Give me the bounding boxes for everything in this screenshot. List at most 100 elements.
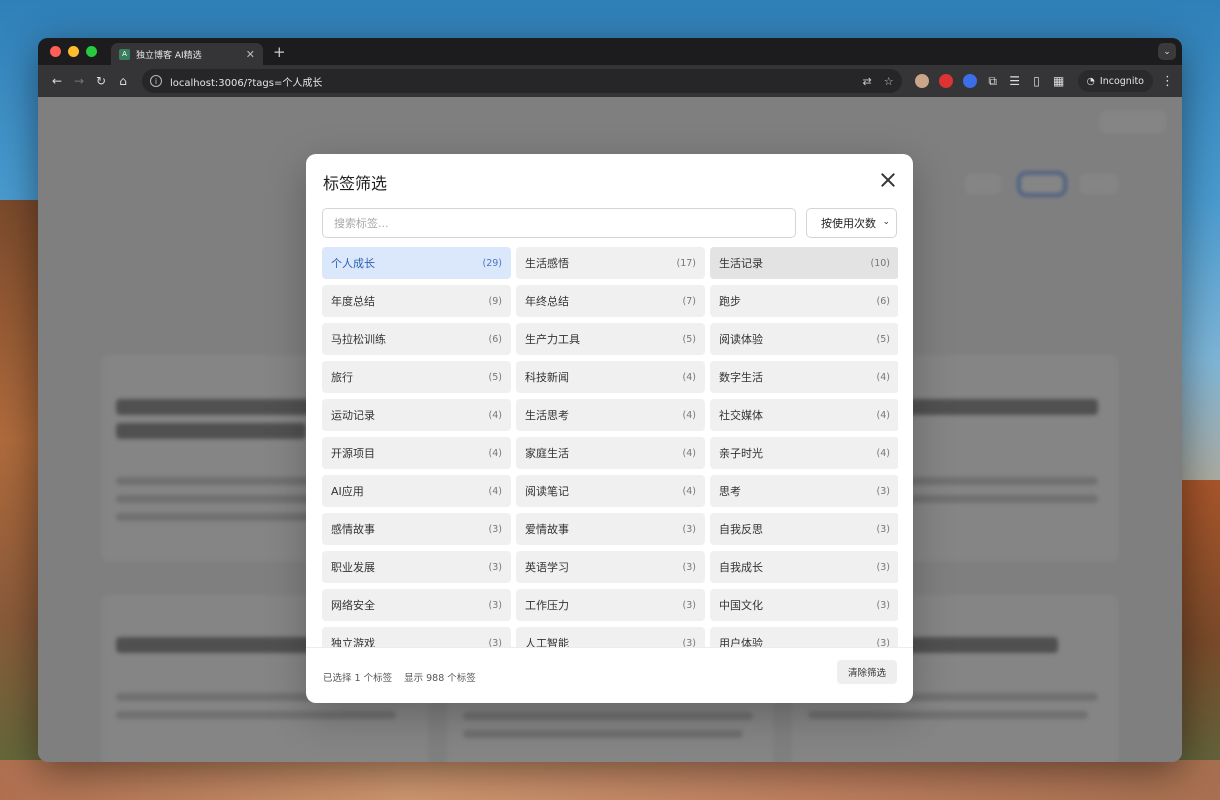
tag-name: 生活感悟 — [525, 257, 569, 270]
tag-name: 阅读体验 — [719, 333, 763, 346]
tag-item[interactable]: 数字生活 (4) — [710, 361, 898, 393]
tag-count: (4) — [876, 409, 890, 421]
tag-item[interactable]: 个人成长 (29) — [322, 247, 511, 279]
tab-groups-icon[interactable]: ▦ — [1048, 74, 1070, 88]
tab-search-chevron-icon[interactable]: ⌄ — [1158, 43, 1176, 60]
tag-name: 生产力工具 — [525, 333, 580, 346]
home-icon[interactable]: ⌂ — [112, 74, 134, 88]
sort-select-value: 按使用次数 — [821, 217, 876, 230]
tag-name: 自我成长 — [719, 561, 763, 574]
site-favicon-icon: A — [119, 48, 130, 60]
tag-search-input[interactable] — [322, 208, 796, 238]
tag-item[interactable]: 生活感悟 (17) — [516, 247, 705, 279]
tag-name: 生活记录 — [719, 257, 763, 270]
tag-name: 工作压力 — [525, 599, 569, 612]
tag-item[interactable]: 自我反思 (3) — [710, 513, 898, 545]
side-panel-icon[interactable]: ▯ — [1026, 74, 1048, 88]
bookmark-star-icon[interactable]: ☆ — [884, 75, 894, 88]
shown-count-text: 显示 988 个标签 — [404, 673, 476, 684]
tag-count: (3) — [876, 561, 890, 573]
tag-name: 自我反思 — [719, 523, 763, 536]
tag-item[interactable]: 开源项目 (4) — [322, 437, 511, 469]
close-window-button[interactable] — [50, 46, 61, 57]
tag-item[interactable]: 英语学习 (3) — [516, 551, 705, 583]
tag-item[interactable]: 运动记录 (4) — [322, 399, 511, 431]
tag-item[interactable]: 生活思考 (4) — [516, 399, 705, 431]
extensions-puzzle-icon[interactable]: ⧉ — [982, 74, 1004, 89]
tag-item[interactable]: 年度总结 (9) — [322, 285, 511, 317]
tag-item[interactable]: 独立游戏 (3) — [322, 627, 511, 647]
tag-name: 独立游戏 — [331, 637, 375, 647]
tag-count: (5) — [682, 333, 696, 345]
tag-item[interactable]: 马拉松训练 (6) — [322, 323, 511, 355]
tag-item[interactable]: 人工智能 (3) — [516, 627, 705, 647]
reload-icon[interactable]: ↻ — [90, 74, 112, 88]
tag-item[interactable]: 阅读体验 (5) — [710, 323, 898, 355]
tag-count: (3) — [488, 637, 502, 648]
window-controls — [50, 46, 97, 57]
address-bar[interactable]: i localhost:3006/?tags=个人成长 ⇄ ☆ — [142, 69, 902, 93]
tag-name: 跑步 — [719, 295, 741, 308]
tag-name: 亲子时光 — [719, 447, 763, 460]
page-content: 标签筛选 按使用次数 ⌄ 个人成长 (29) 生活感悟 (17) 生活记录 (10) 年度总… — [38, 97, 1182, 762]
reading-list-icon[interactable]: ☰ — [1004, 74, 1026, 88]
tag-name: 爱情故事 — [525, 523, 569, 536]
incognito-indicator[interactable]: ◔ Incognito — [1077, 70, 1153, 92]
clear-filter-button[interactable]: 清除筛选 — [836, 660, 897, 684]
tag-name: 网络安全 — [331, 599, 375, 612]
tag-count: (3) — [876, 523, 890, 535]
translate-icon[interactable]: ⇄ — [863, 75, 872, 88]
tag-item[interactable]: 年终总结 (7) — [516, 285, 705, 317]
browser-toolbar: ← → ↻ ⌂ i localhost:3006/?tags=个人成长 ⇄ ☆ … — [38, 65, 1182, 97]
new-tab-icon[interactable]: + — [273, 43, 286, 61]
tag-item[interactable]: 生活记录 (10) — [710, 247, 898, 279]
tag-item[interactable]: 工作压力 (3) — [516, 589, 705, 621]
tag-count: (4) — [488, 485, 502, 497]
tag-item[interactable]: AI应用 (4) — [322, 475, 511, 507]
tag-count: (3) — [682, 523, 696, 535]
tag-item[interactable]: 家庭生活 (4) — [516, 437, 705, 469]
tag-item[interactable]: 社交媒体 (4) — [710, 399, 898, 431]
tag-name: 科技新闻 — [525, 371, 569, 384]
tag-item[interactable]: 自我成长 (3) — [710, 551, 898, 583]
tag-item[interactable]: 旅行 (5) — [322, 361, 511, 393]
close-icon[interactable] — [880, 172, 896, 188]
browser-tab[interactable]: A 独立博客 AI精选 ✕ — [111, 43, 263, 65]
extension-avatar-icon[interactable] — [914, 74, 929, 88]
tag-item[interactable]: 跑步 (6) — [710, 285, 898, 317]
tag-count: (3) — [488, 523, 502, 535]
tab-close-icon[interactable]: ✕ — [246, 48, 255, 61]
tag-list: 个人成长 (29) 生活感悟 (17) 生活记录 (10) 年度总结 (9) 年终总结 (7) 跑步… — [322, 247, 898, 647]
tag-count: (4) — [682, 409, 696, 421]
tag-name: 感情故事 — [331, 523, 375, 536]
tag-name: AI应用 — [331, 485, 364, 498]
forward-arrow-icon[interactable]: → — [68, 74, 90, 88]
browser-menu-icon[interactable]: ⋮ — [1161, 74, 1174, 89]
back-arrow-icon[interactable]: ← — [46, 74, 68, 88]
tag-name: 英语学习 — [525, 561, 569, 574]
tag-item[interactable]: 亲子时光 (4) — [710, 437, 898, 469]
site-info-icon[interactable]: i — [150, 75, 162, 87]
tag-name: 年度总结 — [331, 295, 375, 308]
tag-name: 思考 — [719, 485, 741, 498]
sort-select[interactable]: 按使用次数 ⌄ — [806, 208, 897, 238]
tag-item[interactable]: 思考 (3) — [710, 475, 898, 507]
tag-count: (4) — [488, 409, 502, 421]
tag-item[interactable]: 生产力工具 (5) — [516, 323, 705, 355]
tag-item[interactable]: 感情故事 (3) — [322, 513, 511, 545]
tag-item[interactable]: 中国文化 (3) — [710, 589, 898, 621]
tag-item[interactable]: 用户体验 (3) — [710, 627, 898, 647]
tag-item[interactable]: 科技新闻 (4) — [516, 361, 705, 393]
minimize-window-button[interactable] — [68, 46, 79, 57]
zoom-window-button[interactable] — [86, 46, 97, 57]
tag-name: 旅行 — [331, 371, 353, 384]
extension-blue-icon[interactable] — [962, 74, 977, 88]
tag-item[interactable]: 网络安全 (3) — [322, 589, 511, 621]
tag-item[interactable]: 爱情故事 (3) — [516, 513, 705, 545]
tag-count: (9) — [488, 295, 502, 307]
extension-red-icon[interactable] — [938, 74, 953, 88]
tag-name: 家庭生活 — [525, 447, 569, 460]
tag-item[interactable]: 阅读笔记 (4) — [516, 475, 705, 507]
tag-item[interactable]: 职业发展 (3) — [322, 551, 511, 583]
tab-bar: A 独立博客 AI精选 ✕ + ⌄ — [38, 38, 1182, 65]
